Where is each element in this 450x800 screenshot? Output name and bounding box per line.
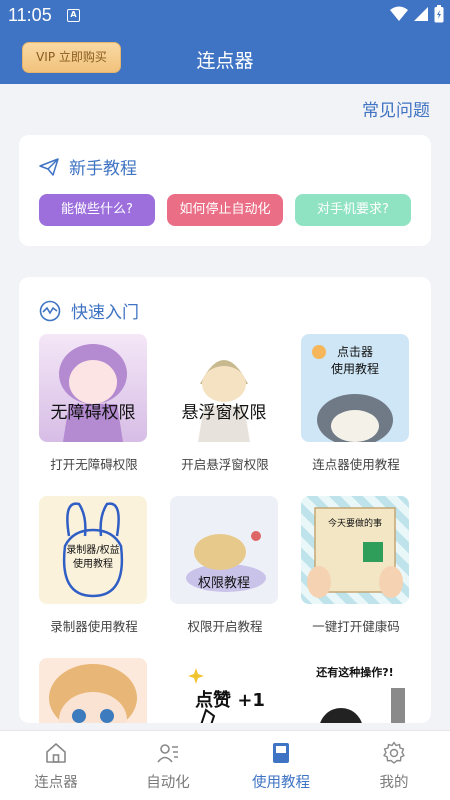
tab-label: 我的 <box>379 775 409 791</box>
battery-icon <box>434 5 444 23</box>
app-bar: VIP 立即购买 连点器 <box>0 32 450 84</box>
quick-item-caption: 连点器使用教程 <box>312 457 400 472</box>
notification-a-icon: A <box>67 9 80 22</box>
beginner-section-title: 新手教程 <box>69 159 137 179</box>
beginner-tutorial-card: 新手教程 能做些什么? 如何停止自动化 对手机要求? <box>19 135 431 246</box>
accessibility-thumbnail: 无障碍权限 <box>39 334 147 442</box>
page-title: 连点器 <box>196 50 254 72</box>
tab-label: 自动化 <box>146 775 190 791</box>
pulse-circle-icon <box>39 300 61 321</box>
floating-window-thumbnail: 悬浮窗权限 <box>170 334 278 442</box>
quick-item-accessibility[interactable]: 无障碍权限 打开无障碍权限 <box>39 334 149 473</box>
quick-item-8[interactable]: 点赞 +1 <box>170 658 280 723</box>
wifi-icon <box>390 6 408 21</box>
recorder-tutorial-thumbnail: 录制器/权益 使用教程 <box>39 496 147 604</box>
book-icon <box>273 743 289 763</box>
tab-automation[interactable]: 自动化 <box>112 731 224 800</box>
quick-item-caption: 一键打开健康码 <box>312 619 400 634</box>
quick-section-title: 快速入门 <box>71 303 139 323</box>
quick-start-card: 快速入门 无障碍权限 打开无障碍权限 悬浮窗权限 开启悬浮窗权限 点击器 使用教… <box>19 277 431 723</box>
anime-girl-thumbnail <box>39 658 147 723</box>
tab-mine[interactable]: 我的 <box>338 731 450 800</box>
tab-tutorial[interactable]: 使用教程 <box>225 731 337 800</box>
permission-tutorial-thumbnail: 权限教程 <box>170 496 278 604</box>
user-list-icon <box>157 744 178 763</box>
what-can-it-do-button[interactable]: 能做些什么? <box>39 194 155 226</box>
tab-clicker[interactable]: 连点器 <box>0 731 112 800</box>
thumbs-up-thumbnail: 点赞 +1 <box>170 658 278 723</box>
how-to-stop-button[interactable]: 如何停止自动化 <box>167 194 283 226</box>
bottom-tab-bar: 连点器 自动化 使用教程 我的 <box>0 730 450 800</box>
gear-icon <box>383 741 405 764</box>
faq-link[interactable]: 常见问题 <box>362 96 430 121</box>
status-bar: 11:05 A <box>0 0 450 32</box>
tab-label: 连点器 <box>34 775 78 791</box>
quick-item-9[interactable]: 还有这种操作?! <box>301 658 411 723</box>
quick-item-floating-window[interactable]: 悬浮窗权限 开启悬浮窗权限 <box>170 334 280 473</box>
home-icon <box>46 743 66 763</box>
quick-item-caption: 录制器使用教程 <box>50 619 138 634</box>
quick-item-caption: 开启悬浮窗权限 <box>181 457 269 472</box>
quick-item-recorder-tutorial[interactable]: 录制器/权益 使用教程 录制器使用教程 <box>39 496 149 635</box>
signal-icon <box>414 7 428 21</box>
quick-item-clicker-tutorial[interactable]: 点击器 使用教程 连点器使用教程 <box>301 334 411 473</box>
tab-label: 使用教程 <box>252 775 310 791</box>
paper-plane-icon <box>39 157 59 176</box>
status-time: 11:05 <box>8 5 52 25</box>
meme-thumbnail: 还有这种操作?! <box>301 658 409 723</box>
quick-item-permission-tutorial[interactable]: 权限教程 权限开启教程 <box>170 496 280 635</box>
quick-item-health-code[interactable]: 今天要做的事 一键打开健康码 <box>301 496 411 635</box>
quick-item-caption: 打开无障碍权限 <box>50 457 138 472</box>
clicker-tutorial-thumbnail: 点击器 使用教程 <box>301 334 409 442</box>
phone-requirements-button[interactable]: 对手机要求? <box>295 194 411 226</box>
quick-item-7[interactable] <box>39 658 149 723</box>
quick-item-caption: 权限开启教程 <box>187 619 263 634</box>
health-code-thumbnail: 今天要做的事 <box>301 496 409 604</box>
